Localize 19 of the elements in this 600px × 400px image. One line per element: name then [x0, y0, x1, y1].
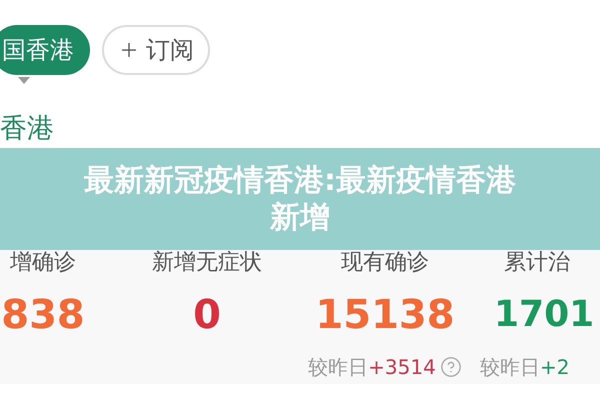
change-label: 较昨日 — [308, 354, 368, 381]
stat-label: 累计治 — [504, 249, 570, 277]
banner-title: 新增 — [270, 199, 330, 236]
help-icon[interactable] — [440, 356, 462, 378]
stat-value: 0 — [193, 291, 221, 340]
section-title: 香港 — [0, 112, 54, 146]
banner-title: 最新新冠疫情香港:最新疫情香港 — [84, 162, 516, 199]
change-label: 较昨日 — [480, 354, 540, 381]
stat-label: 现有确诊 — [341, 249, 429, 277]
change-value: +2 — [540, 354, 570, 381]
change-value: +3514 — [368, 354, 436, 381]
stat-value: 15138 — [315, 291, 455, 340]
stat-label: 新增无症状 — [152, 249, 262, 277]
caret-icon — [18, 77, 30, 84]
stat-value: 1701 — [494, 293, 594, 337]
region-tab[interactable]: 国香港 — [0, 25, 90, 75]
stat-label: 增确诊 — [10, 249, 76, 277]
stat-value: 838 — [1, 291, 85, 340]
subscribe-button[interactable]: 订阅 — [102, 25, 210, 75]
